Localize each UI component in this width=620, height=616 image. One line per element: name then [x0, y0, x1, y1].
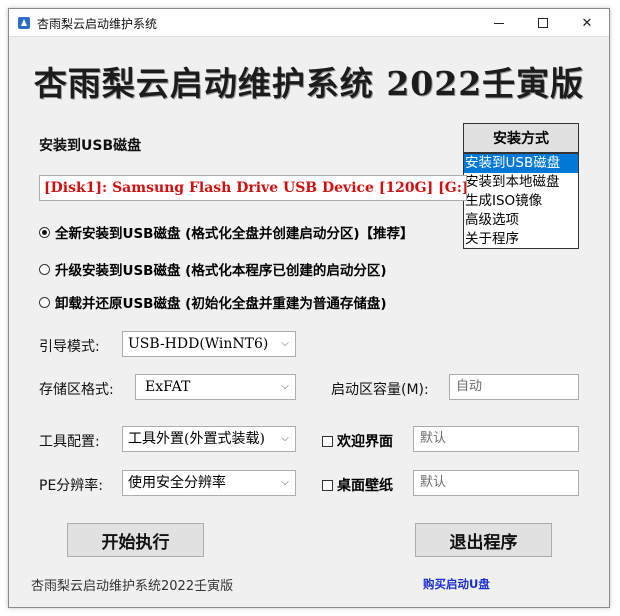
- device-select[interactable]: [Disk1]: Samsung Flash Drive USB Device …: [39, 175, 467, 201]
- storage-format-value: ExFAT: [145, 379, 191, 395]
- window-title: 杏雨梨云启动维护系统: [37, 17, 158, 31]
- install-mode-button[interactable]: 安装方式: [463, 123, 579, 153]
- app-banner: 杏雨梨云启动维护系统 2022壬寅版: [33, 64, 585, 103]
- radio-uninstall-restore[interactable]: 卸载并还原USB磁盘 (初始化全盘并重建为普通存储盘): [39, 292, 387, 312]
- chevron-down-icon: ⌵: [281, 381, 289, 392]
- mode-option-usb[interactable]: 安装到USB磁盘: [464, 154, 578, 173]
- radio-label: 升级安装到USB磁盘 (格式化本程序已创建的启动分区): [55, 263, 387, 279]
- minimize-icon[interactable]: [477, 9, 521, 37]
- boot-capacity-label: 启动区容量(M):: [331, 382, 429, 398]
- mode-option-about[interactable]: 关于程序: [464, 230, 578, 249]
- exit-button[interactable]: 退出程序: [415, 523, 552, 557]
- radio-label: 卸载并还原USB磁盘 (初始化全盘并重建为普通存储盘): [55, 296, 387, 312]
- radio-selected-icon[interactable]: [39, 226, 50, 238]
- section-title: 安装到USB磁盘: [39, 138, 142, 154]
- storage-format-label: 存储区格式:: [39, 382, 114, 398]
- radio-label: 全新安装到USB磁盘 (格式化全盘并创建启动分区)【推荐】: [55, 226, 414, 242]
- pe-resolution-label: PE分辨率:: [39, 478, 104, 494]
- welcome-checkbox[interactable]: 欢迎界面: [322, 431, 393, 451]
- chevron-down-icon: ⌵: [281, 433, 289, 444]
- install-mode-list[interactable]: 安装到USB磁盘 安装到本地磁盘 生成ISO镜像 高级选项 关于程序: [463, 153, 579, 249]
- storage-format-select[interactable]: ExFAT ⌵: [135, 374, 296, 400]
- pe-resolution-value: 使用安全分辨率: [128, 475, 226, 491]
- checkbox-icon[interactable]: [322, 435, 333, 447]
- footer-version: 杏雨梨云启动维护系统2022壬寅版: [31, 579, 234, 594]
- chevron-down-icon: ⌵: [281, 477, 289, 488]
- boot-mode-select[interactable]: USB-HDD(WinNT6) ⌵: [122, 331, 296, 357]
- mode-option-local[interactable]: 安装到本地磁盘: [464, 173, 578, 192]
- pe-resolution-select[interactable]: 使用安全分辨率 ⌵: [122, 470, 296, 496]
- radio-fresh-install[interactable]: 全新安装到USB磁盘 (格式化全盘并创建启动分区)【推荐】: [39, 222, 414, 242]
- maximize-icon[interactable]: [521, 9, 565, 37]
- welcome-label: 欢迎界面: [337, 434, 393, 450]
- app-icon: [18, 17, 30, 29]
- boot-mode-value: USB-HDD(WinNT6): [128, 336, 269, 352]
- buy-usb-link[interactable]: 购买启动U盘: [423, 576, 490, 592]
- boot-capacity-input[interactable]: 自动: [449, 374, 579, 400]
- mode-option-iso[interactable]: 生成ISO镜像: [464, 192, 578, 211]
- checkbox-icon[interactable]: [322, 479, 333, 491]
- tool-config-label: 工具配置:: [39, 434, 100, 450]
- tool-config-value: 工具外置(外置式装载): [128, 431, 265, 447]
- radio-icon[interactable]: [39, 263, 50, 275]
- radio-upgrade-install[interactable]: 升级安装到USB磁盘 (格式化本程序已创建的启动分区): [39, 259, 387, 279]
- chevron-down-icon: ⌵: [281, 338, 289, 349]
- boot-mode-label: 引导模式:: [39, 339, 100, 355]
- radio-icon[interactable]: [39, 296, 50, 308]
- start-button[interactable]: 开始执行: [67, 523, 204, 557]
- main-window: 杏雨梨云启动维护系统 ✕ 杏雨梨云启动维护系统 2022壬寅版 安装到USB磁盘…: [8, 8, 610, 608]
- welcome-input[interactable]: 默认: [413, 426, 579, 452]
- wallpaper-label: 桌面壁纸: [337, 478, 393, 494]
- close-icon[interactable]: ✕: [565, 9, 609, 37]
- mode-option-advanced[interactable]: 高级选项: [464, 211, 578, 230]
- title-bar[interactable]: 杏雨梨云启动维护系统 ✕: [9, 9, 609, 37]
- wallpaper-checkbox[interactable]: 桌面壁纸: [322, 475, 393, 495]
- wallpaper-input[interactable]: 默认: [413, 470, 579, 496]
- tool-config-select[interactable]: 工具外置(外置式装载) ⌵: [122, 426, 296, 452]
